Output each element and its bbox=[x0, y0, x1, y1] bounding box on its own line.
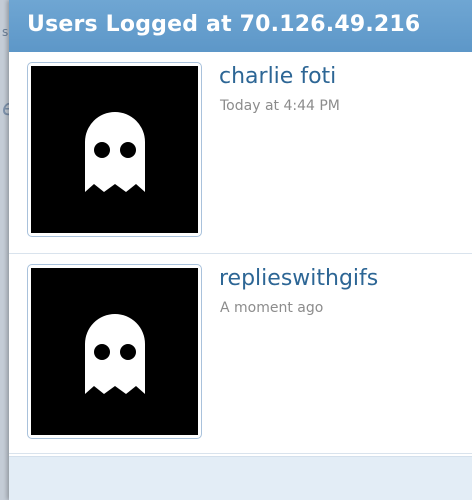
username-link[interactable]: replieswithgifs bbox=[219, 266, 378, 291]
user-list-item: replieswithgifs A moment ago bbox=[9, 254, 472, 454]
ghost-icon bbox=[84, 111, 145, 192]
user-list-item: charlie foti Today at 4:44 PM bbox=[9, 52, 472, 254]
username-link[interactable]: charlie foti bbox=[219, 64, 336, 89]
login-time: Today at 4:44 PM bbox=[220, 98, 340, 114]
ghost-icon bbox=[84, 313, 145, 394]
background-text-fragment: s bbox=[2, 25, 9, 39]
users-logged-overlay: Users Logged at 70.126.49.216 charlie fo… bbox=[9, 0, 472, 500]
user-avatar-link[interactable] bbox=[27, 62, 202, 237]
user-list: charlie foti Today at 4:44 PM replieswit… bbox=[9, 52, 472, 454]
overlay-footer bbox=[9, 456, 472, 500]
overlay-title: Users Logged at 70.126.49.216 bbox=[9, 0, 472, 52]
login-time: A moment ago bbox=[220, 300, 324, 316]
user-avatar-link[interactable] bbox=[27, 264, 202, 439]
avatar bbox=[31, 268, 198, 435]
avatar bbox=[31, 66, 198, 233]
